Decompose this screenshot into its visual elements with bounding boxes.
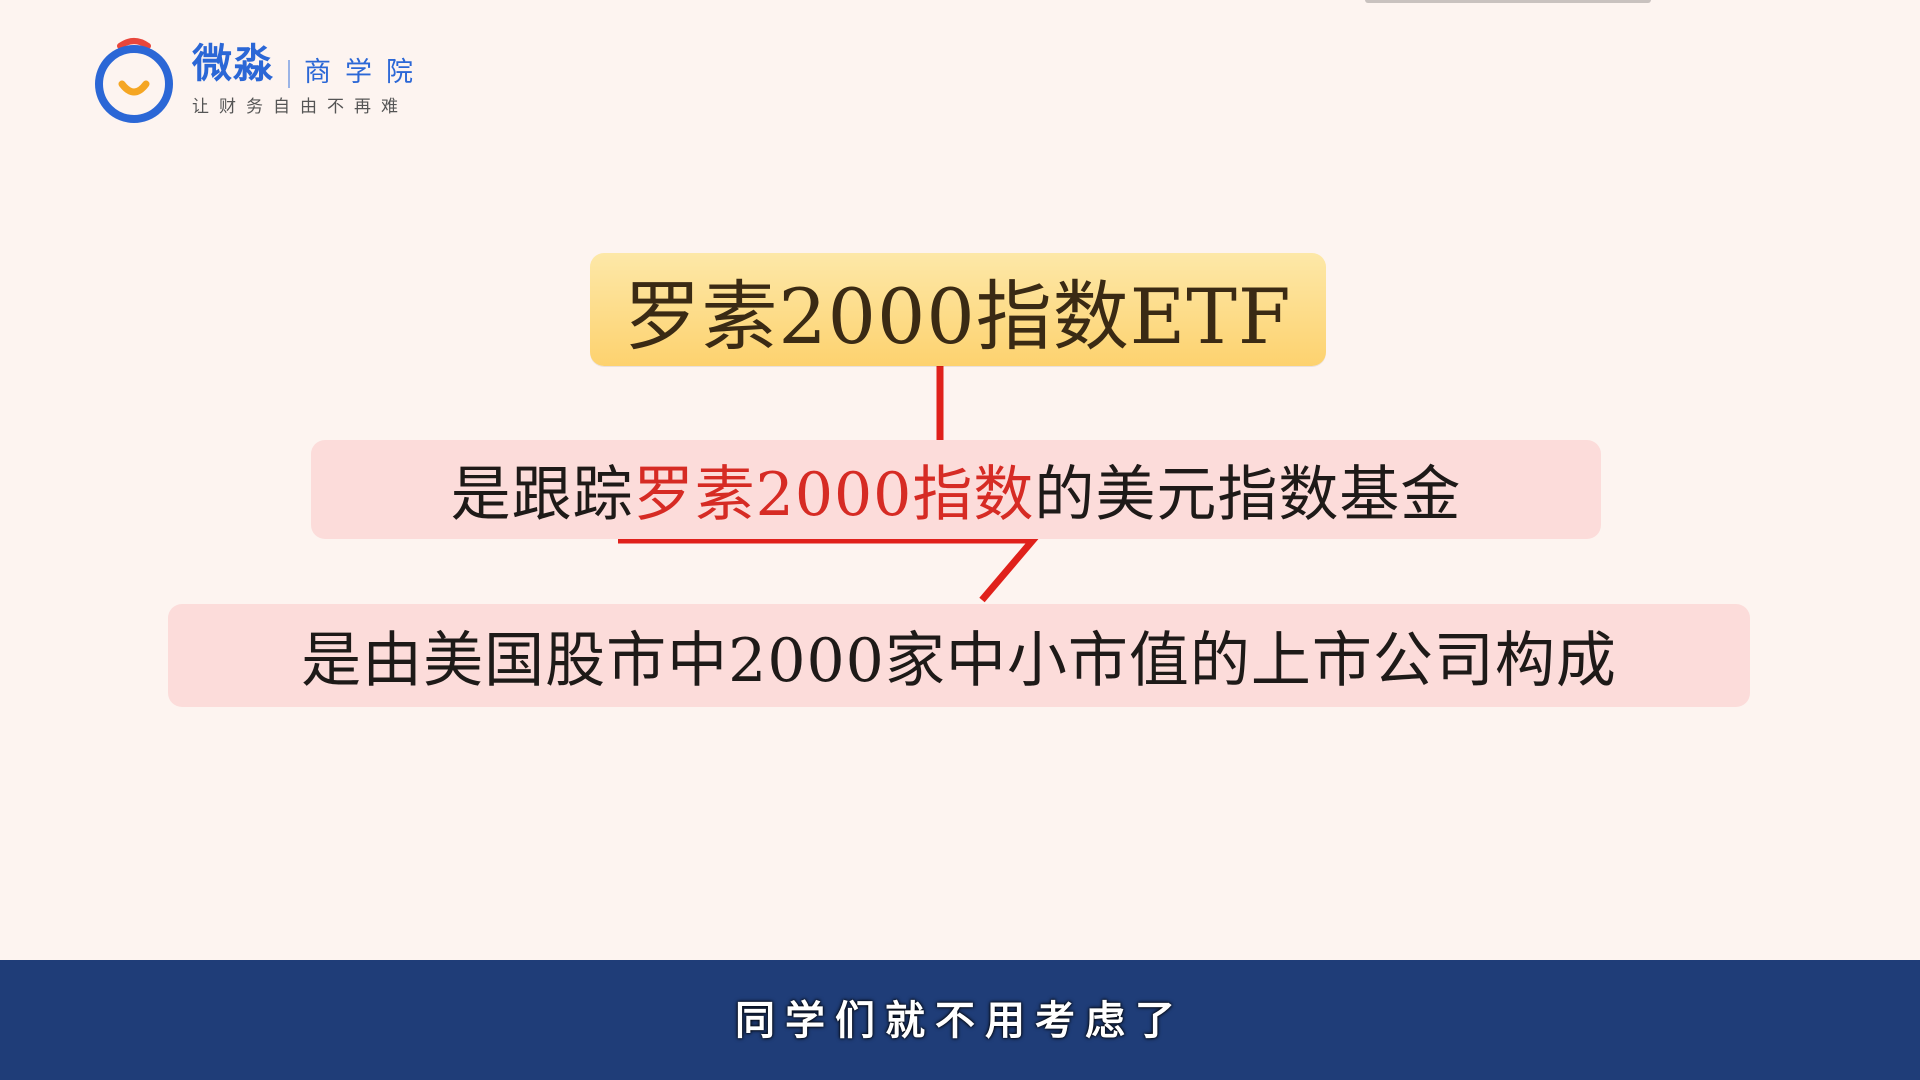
logo-tagline: 让财务自由不再难 <box>192 97 408 117</box>
statement-text-2: 是由美国股市中2000家中小市值的上市公司构成 <box>301 626 1617 696</box>
logo-divider <box>288 60 290 88</box>
statement-box-2: 是由美国股市中2000家中小市值的上市公司构成 <box>168 604 1750 707</box>
title-box: 罗素2000指数ETF <box>590 253 1326 366</box>
logo-subtitle: 商学院 <box>304 57 427 88</box>
underline-connector <box>618 536 1041 603</box>
statement-1-prefix: 是跟踪 <box>450 460 634 530</box>
connector-lines <box>618 366 1041 603</box>
brand-logo: 微淼 商学院 让财务自由不再难 <box>92 34 452 126</box>
logo-mark-icon <box>95 38 173 123</box>
statement-box-1: 是跟踪罗素2000指数的美元指数基金 <box>311 440 1601 539</box>
subtitle-caption: 同学们就不用考虑了 <box>735 998 1185 1044</box>
logo-name: 微淼 <box>192 41 274 87</box>
top-edge-bar <box>1365 0 1651 3</box>
statement-text-1: 是跟踪罗素2000指数的美元指数基金 <box>451 446 1462 533</box>
subtitle-bar: 同学们就不用考虑了 <box>0 960 1920 1080</box>
title-text: 罗素2000指数ETF <box>624 271 1292 361</box>
statement-1-suffix: 的美元指数基金 <box>1034 460 1462 530</box>
statement-1-highlight: 罗素2000指数 <box>633 460 1035 530</box>
